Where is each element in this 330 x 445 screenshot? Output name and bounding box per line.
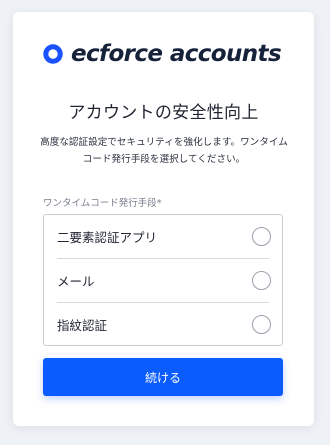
- radio-button[interactable]: [252, 315, 271, 334]
- brand-name: ecforce accounts: [71, 41, 282, 67]
- page-title: アカウントの安全性向上: [68, 103, 259, 123]
- auth-method-card: ecforce accounts アカウントの安全性向上 高度な認証設定でセキュ…: [13, 12, 314, 426]
- field-label: ワンタイムコード発行手段*: [43, 198, 162, 209]
- radio-button[interactable]: [252, 227, 271, 246]
- auth-method-radio-group: 二要素認証アプリ メール 指紋認証: [43, 214, 283, 346]
- option-label: メール: [57, 274, 95, 289]
- option-label: 二要素認証アプリ: [57, 230, 158, 245]
- page-description: 高度な認証設定でセキュリティを強化します。ワンタイムコード発行手段を選択してくだ…: [40, 137, 288, 165]
- option-fingerprint[interactable]: 指紋認証: [57, 303, 271, 346]
- continue-button[interactable]: 続ける: [43, 358, 283, 396]
- brand-logo: ecforce accounts: [43, 40, 282, 68]
- option-label: 指紋認証: [57, 318, 108, 333]
- option-email[interactable]: メール: [57, 259, 271, 303]
- option-2fa-app[interactable]: 二要素認証アプリ: [57, 215, 271, 259]
- ring-logo-icon: [43, 44, 63, 64]
- radio-button[interactable]: [252, 271, 271, 290]
